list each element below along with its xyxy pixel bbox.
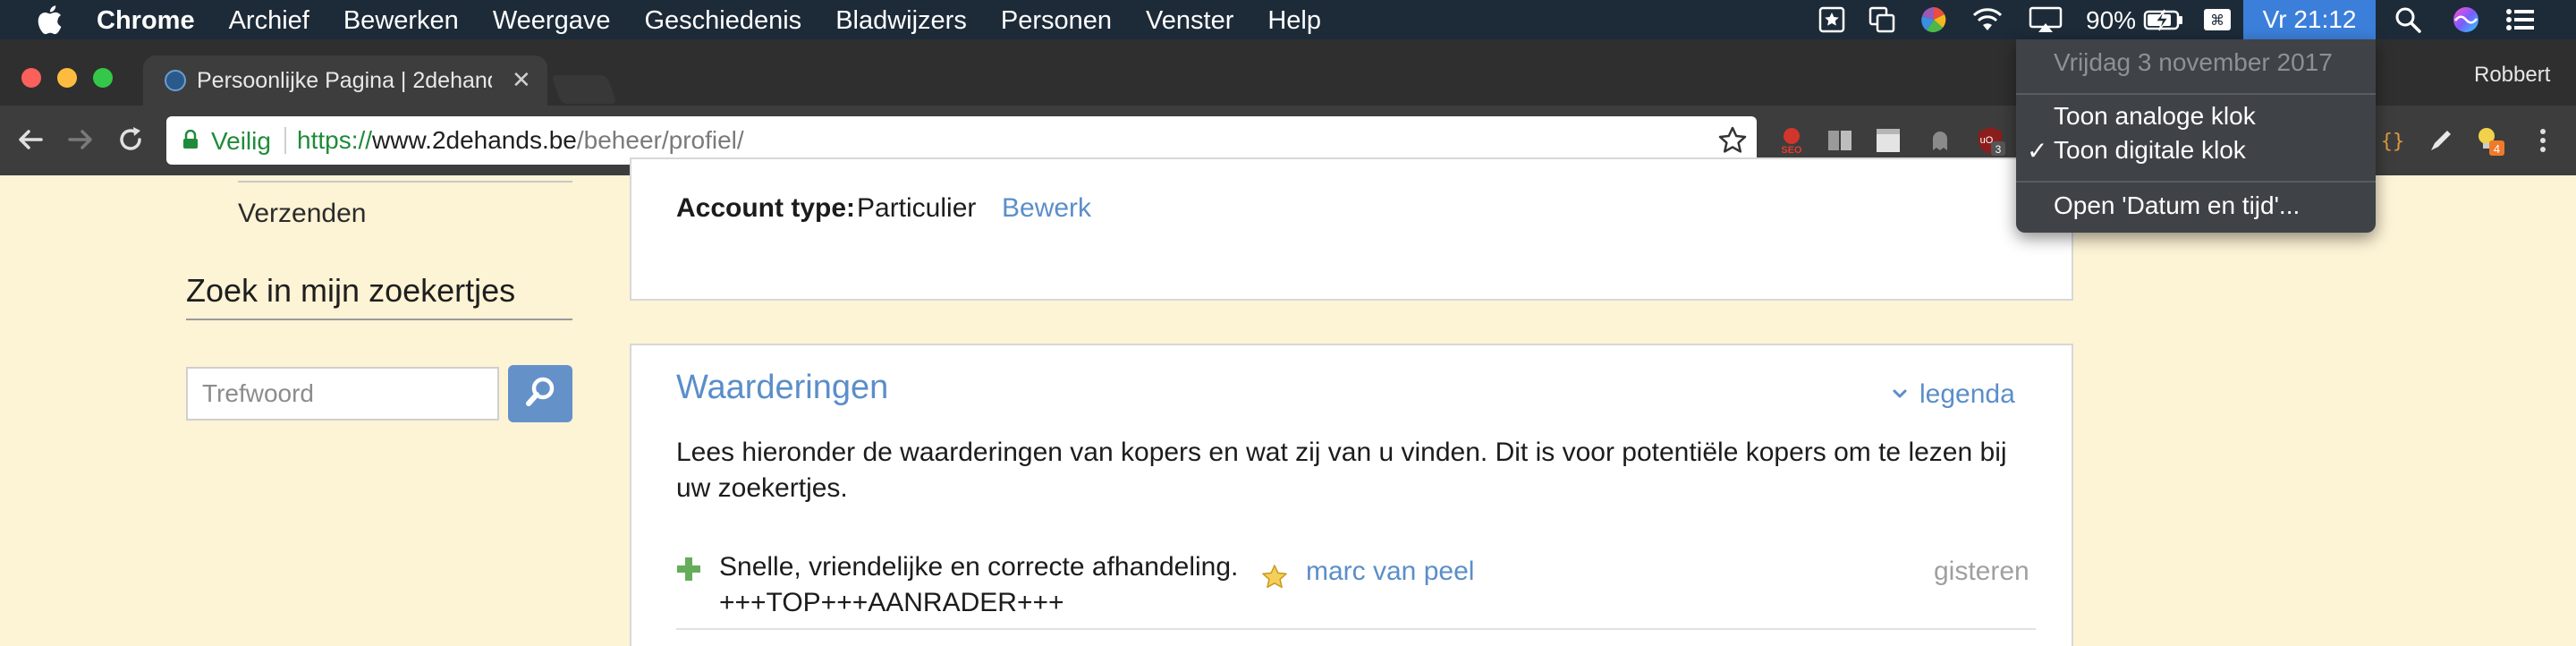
menu-divider [2016,181,2376,183]
sidebar-search-heading: Zoek in mijn zoekertjes [186,272,516,309]
menu-bladwijzers[interactable]: Bladwijzers [835,6,967,36]
bookmark-manager-icon[interactable] [1818,5,1846,34]
ghost-extension-icon[interactable] [1925,125,1955,156]
forward-arrow-icon[interactable] [64,123,97,156]
pen-extension-icon[interactable] [2426,125,2456,156]
site-favicon-icon [165,70,186,91]
wifi-icon[interactable] [1970,5,2005,34]
search-magnifier-icon [526,377,555,406]
ublock-badge-count: 3 [1996,143,2002,156]
macos-menu-bar: Chrome Archief Bewerken Weergave Geschie… [0,0,2576,39]
checkmark-icon: ✓ [2027,137,2048,165]
account-type-value: Particulier [857,193,977,223]
color-pinwheel-icon[interactable] [1919,5,1948,34]
legend-toggle-link[interactable]: legenda [1919,379,2015,410]
menu-bewerken[interactable]: Bewerken [343,6,459,36]
browser-tab-active[interactable]: Persoonlijke Pagina | 2dehands ✕ [143,55,547,106]
svg-text:{}: {} [2381,131,2405,153]
menu-geschiedenis[interactable]: Geschiedenis [644,6,801,36]
security-label[interactable]: Veilig [211,127,271,156]
siri-icon[interactable] [2451,5,2481,34]
new-tab-button[interactable] [551,75,617,104]
review-text: Snelle, vriendelijke en correcte afhande… [719,552,1239,617]
battery-charging-icon[interactable] [2143,5,2184,34]
sidebar-heading-underline [186,319,572,320]
menu-item-analog-clock[interactable]: Toon analoge klok [2054,102,2256,131]
clock-dropdown-menu: Vrijdag 3 november 2017 Toon analoge klo… [2016,39,2376,233]
menu-venster[interactable]: Venster [1146,6,1233,36]
account-edit-link[interactable]: Bewerk [1002,193,1091,224]
menu-help[interactable]: Help [1267,6,1321,36]
ratings-card: Waarderingen legenda Lees hieronder de w… [630,344,2073,646]
url-scheme: https:// [297,126,373,154]
reload-icon[interactable] [114,123,147,156]
reviewer-name-link[interactable]: marc van peel [1306,557,1474,587]
tab-title: Persoonlijke Pagina | 2dehands [197,68,492,93]
window-switch-icon[interactable] [1868,5,1896,34]
positive-plus-icon [677,557,700,581]
url-path: /beheer/profiel/ [576,126,744,154]
page-content: Verzenden Zoek in mijn zoekertjes Accoun… [0,157,2576,646]
window-zoom-button[interactable] [93,68,113,88]
bookmark-star-icon[interactable] [1717,125,1748,156]
menu-item-open-date-time[interactable]: Open 'Datum en tijd'... [2054,191,2300,220]
url-text[interactable]: https://www.2dehands.be/beheer/profiel/ [297,126,744,155]
profile-name-button[interactable]: Robbert [2474,63,2550,88]
reader-extension-icon[interactable] [1825,125,1855,156]
braces-extension-icon[interactable]: {} [2377,125,2408,156]
menu-personen[interactable]: Personen [1001,6,1112,36]
account-type-label: Account type: [676,193,856,223]
clock-menu-date: Vrijdag 3 november 2017 [2054,48,2333,76]
sidebar-item-verzenden[interactable]: Verzenden [238,199,366,229]
secure-lock-icon[interactable] [182,130,199,149]
url-host: www.2dehands.be [372,126,577,154]
chevron-down-icon[interactable] [1891,385,1909,403]
apple-logo-icon[interactable] [36,4,63,36]
bulb-badge-count: 4 [2494,142,2500,156]
menu-app-name[interactable]: Chrome [97,6,195,36]
menu-bar-clock[interactable]: Vr 21:12 [2243,0,2376,39]
seo-extension-icon[interactable]: SEO [1776,125,1807,156]
spotlight-search-icon[interactable] [2394,5,2422,34]
svg-text:⌘: ⌘ [2210,12,2224,29]
menu-item-digital-clock[interactable]: Toon digitale klok [2054,136,2246,165]
keyword-search-input[interactable] [186,367,499,421]
star-icon [1262,565,1287,589]
tab-close-icon[interactable]: ✕ [512,66,531,94]
ratings-title: Waarderingen [676,369,889,406]
page-extension-icon[interactable] [1873,125,1903,156]
back-arrow-icon[interactable] [14,123,47,156]
menu-divider [2016,93,2376,95]
review-date: gisteren [1934,557,2029,586]
menu-weergave[interactable]: Weergave [493,6,611,36]
window-minimize-button[interactable] [57,68,77,88]
ratings-intro-text: Lees hieronder de waarderingen van koper… [676,438,2007,503]
sidebar-divider [238,181,572,183]
keyboard-shortcut-icon[interactable]: ⌘ [2202,5,2233,34]
ublock-extension-icon[interactable]: uO 3 [1975,125,2005,156]
battery-percentage[interactable]: 90% [2086,6,2136,35]
menu-archief[interactable]: Archief [229,6,309,36]
row-divider [676,628,2036,630]
airplay-icon[interactable] [2029,5,2063,34]
bulb-extension-icon[interactable]: 4 [2474,125,2504,156]
notification-center-icon[interactable] [2504,5,2537,34]
search-button[interactable] [508,365,572,422]
chrome-menu-icon[interactable] [2528,125,2558,156]
window-close-button[interactable] [21,68,41,88]
address-bar-divider [284,127,286,154]
account-card: Account type: Particulier Bewerk [630,157,2073,301]
svg-text:SEO: SEO [1781,145,1802,156]
